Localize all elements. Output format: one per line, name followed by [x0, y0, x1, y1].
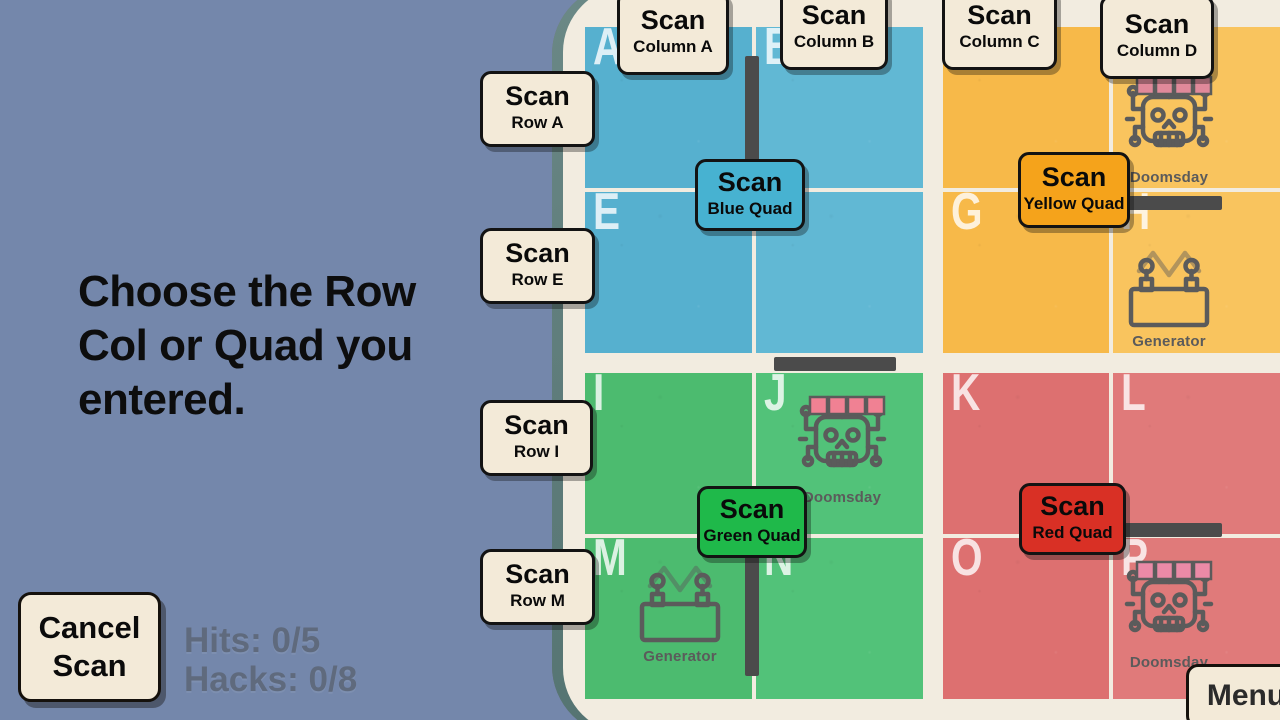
grid-gap: [927, 538, 939, 699]
scan-title: Scan: [505, 558, 570, 589]
scan-subtitle: Red Quad: [1032, 523, 1113, 543]
scan-subtitle: Row I: [513, 442, 560, 462]
grid-cell-letter: E: [593, 192, 620, 241]
scan-row-e[interactable]: Scan Row E: [480, 228, 595, 304]
cancel-scan-button[interactable]: Cancel Scan: [18, 592, 161, 702]
scan-green-quad[interactable]: Scan Green Quad: [697, 486, 807, 558]
ship-marker-horizontal-red: [1112, 523, 1222, 537]
scan-title: Scan: [967, 0, 1032, 30]
game-screen: Choose the Row Col or Quad you entered. …: [0, 0, 1280, 720]
scan-subtitle: Column A: [633, 37, 713, 57]
scan-title: Scan: [640, 4, 706, 35]
scan-blue-quad[interactable]: Scan Blue Quad: [695, 159, 805, 231]
scan-subtitle: Blue Quad: [707, 199, 793, 219]
scan-title: Scan: [1041, 161, 1107, 192]
grid-cell-n[interactable]: N: [755, 538, 923, 699]
scan-subtitle: Column C: [959, 32, 1040, 52]
scan-subtitle: Green Quad: [703, 526, 801, 546]
grid-gap: [585, 357, 752, 369]
grid-cell-letter: J: [763, 373, 787, 422]
doomsday-icon: [1124, 560, 1214, 633]
grid-cell-letter: O: [950, 538, 983, 587]
scan-column-c[interactable]: Scan Column C: [942, 0, 1057, 70]
grid-gap: [927, 357, 939, 369]
grid-gap: [943, 357, 1110, 369]
doomsday-icon: [1124, 75, 1214, 148]
hacks-counter: Hacks: 0/8: [184, 659, 358, 699]
scan-row-a[interactable]: Scan Row A: [480, 71, 595, 147]
generator-icon-m: Generator: [624, 560, 736, 665]
grid-gap: [927, 27, 939, 188]
scan-title: Scan: [504, 409, 569, 440]
grid-cell-letter: L: [1121, 373, 1146, 422]
grid-cell-letter: G: [950, 192, 983, 241]
scan-subtitle: Yellow Quad: [1023, 194, 1125, 214]
scan-yellow-quad[interactable]: Scan Yellow Quad: [1018, 152, 1130, 228]
doomsday-icon: [797, 395, 887, 468]
scan-title: Scan: [1040, 490, 1105, 521]
menu-button[interactable]: Menu: [1186, 664, 1280, 720]
scan-title: Scan: [717, 166, 783, 197]
menu-button-label: Menu: [1206, 679, 1280, 712]
stats-panel: Hits: 0/5 Hacks: 0/8: [184, 621, 358, 699]
scan-subtitle: Row A: [511, 113, 564, 133]
generator-icon-h-label: Generator: [1132, 333, 1206, 350]
doomsday-icon-d-label: Doomsday: [1129, 169, 1209, 186]
instruction-text: Choose the Row Col or Quad you entered.: [78, 267, 416, 425]
grid-gap: [927, 192, 939, 353]
scan-red-quad[interactable]: Scan Red Quad: [1019, 483, 1126, 555]
scan-column-a[interactable]: Scan Column A: [617, 0, 729, 75]
doomsday-icon-p: Doomsday: [1113, 560, 1225, 671]
grid-cell-l[interactable]: L: [1113, 373, 1280, 534]
scan-subtitle: Row E: [511, 270, 564, 290]
scan-subtitle: Row M: [510, 591, 565, 611]
scan-title: Scan: [1124, 8, 1190, 39]
scan-row-i[interactable]: Scan Row I: [480, 400, 593, 476]
grid-cell-o[interactable]: O: [942, 538, 1110, 699]
doomsday-icon-j-label: Doomsday: [802, 489, 882, 506]
scan-column-b[interactable]: Scan Column B: [780, 0, 888, 70]
ship-marker-horizontal-top: [774, 357, 896, 371]
generator-icon: [639, 565, 721, 643]
grid-cell-letter: K: [950, 373, 980, 422]
scan-title: Scan: [505, 80, 570, 111]
cancel-scan-line2: Scan: [52, 648, 127, 683]
scan-title: Scan: [801, 0, 867, 30]
grid-gap: [927, 373, 939, 534]
hits-counter: Hits: 0/5: [184, 621, 321, 660]
grid-cell-letter: M: [593, 538, 627, 587]
ship-marker-vertical-n: [745, 538, 759, 676]
scan-subtitle: Column D: [1116, 41, 1198, 61]
scan-column-d[interactable]: Scan Column D: [1100, 0, 1214, 79]
scan-subtitle: Column B: [793, 32, 875, 52]
grid-cell-letter: I: [593, 373, 604, 422]
generator-icon-m-label: Generator: [643, 648, 717, 665]
generator-icon-h: Generator: [1113, 245, 1225, 350]
scan-row-m[interactable]: Scan Row M: [480, 549, 595, 625]
cancel-scan-line1: Cancel: [38, 610, 141, 646]
generator-icon: [1128, 250, 1210, 328]
scan-title: Scan: [505, 237, 570, 268]
grid-gap: [1113, 357, 1280, 369]
scan-title: Scan: [719, 493, 785, 524]
